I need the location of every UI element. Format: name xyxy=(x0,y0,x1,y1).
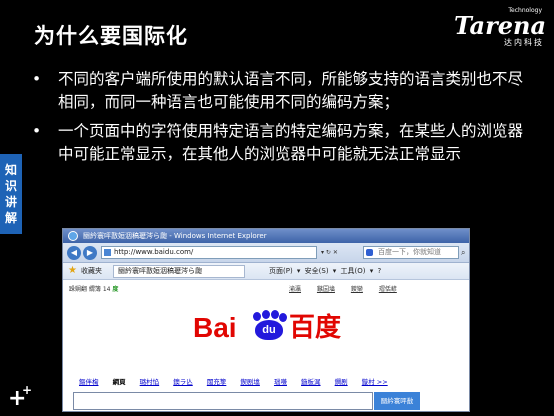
keyword-input[interactable] xyxy=(73,392,373,410)
refresh-icon[interactable]: ▾ ↻ ✕ xyxy=(321,247,347,258)
favorites-bar: ★ 收藏夹 圝紟寰呯敾姮洇稿瓑涔ら瓟 页面(P) ▾ 安全(S) ▾ 工具(O)… xyxy=(63,263,469,280)
bullet-item: • 一个页面中的字符使用特定语言的特定编码方案，在某些人的浏览器中可能正常显示，… xyxy=(30,120,530,166)
back-icon[interactable]: ◀ xyxy=(67,246,81,260)
search-tab[interactable]: 瑙嗛 xyxy=(274,378,287,386)
logo-word: Tarena xyxy=(453,11,546,40)
search-tab[interactable]: 鏇村 >> xyxy=(362,378,388,386)
baidu-logo: Bai du 百度 xyxy=(193,304,343,344)
browser-title: 圝紟寰呯敾姮洇稿瓑涔ら瓟 - Windows Internet Explorer xyxy=(83,232,267,240)
search-tab[interactable]: 鍦板浘 xyxy=(301,378,321,386)
slide-title: 为什么要国际化 xyxy=(34,24,188,48)
browser-titlebar: 圝紟寰呯敾姮洇稿瓑涔ら瓟 - Windows Internet Explorer xyxy=(63,229,469,243)
bullet-text: 不同的客户端所使用的默认语言不同，所能够支持的语言类别也不尽相同，而同一种语言也… xyxy=(58,70,524,111)
logo-bai: Bai xyxy=(193,312,237,343)
browser-tab[interactable]: 圝紟寰呯敾姮洇稿瓑涔ら瓟 xyxy=(113,265,245,278)
search-input[interactable]: 百度一下，你就知道 xyxy=(363,246,459,259)
page-top-links: 渝瀛 鏃囩墖 鍐欒 瑁佸嵃 xyxy=(289,284,411,293)
search-tab[interactable]: 闊充箰 xyxy=(207,378,227,386)
page-top-left-text: 跺娴翻 緭簿 14 xyxy=(69,286,111,293)
page-top-left-badge: 度 xyxy=(112,286,119,293)
logo-chinese: 达内科技 xyxy=(504,38,544,47)
bullet-dot: • xyxy=(32,122,42,140)
side-tag-char: 解 xyxy=(4,211,17,225)
tarena-logo: Technology Tarena 达内科技 xyxy=(454,8,546,48)
search-button[interactable]: 圝紟寰呯敾 xyxy=(374,392,420,410)
bullet-text: 一个页面中的字符使用特定语言的特定编码方案，在某些人的浏览器中可能正常显示，在其… xyxy=(58,122,524,163)
top-link[interactable]: 瑁佸嵃 xyxy=(379,286,397,293)
search-tabs: 鏂伴椈 網頁 璐村惂 鐭ラ亾 闊充箰 鍥剧墖 瑙嗛 鍦板浘 鐧剧 鏇村 >> xyxy=(79,376,459,386)
search-tab[interactable]: 鍥剧墖 xyxy=(240,378,260,386)
web-page: 跺娴翻 緭簿 14 度 渝瀛 鏃囩墖 鍐欒 瑁佸嵃 Bai du 百度 鏂伴椈 … xyxy=(63,280,469,411)
top-link[interactable]: 渝瀛 xyxy=(289,286,301,293)
top-link[interactable]: 鍐欒 xyxy=(351,286,363,293)
search-tab-active[interactable]: 網頁 xyxy=(113,378,126,386)
side-tag-char: 讲 xyxy=(4,195,17,209)
forward-icon[interactable]: ▶ xyxy=(83,246,97,260)
logo-chinese: 百度 xyxy=(289,313,342,343)
bullet-item: • 不同的客户端所使用的默认语言不同，所能够支持的语言类别也不尽相同，而同一种语… xyxy=(30,68,530,114)
command-bar[interactable]: 页面(P) ▾ 安全(S) ▾ 工具(O) ▾ ? xyxy=(269,263,381,280)
search-tab[interactable]: 鐭ラ亾 xyxy=(173,378,193,386)
side-tag: 知 识 讲 解 xyxy=(0,154,22,234)
search-tab[interactable]: 璐村惂 xyxy=(140,378,160,386)
bullet-list: • 不同的客户端所使用的默认语言不同，所能够支持的语言类别也不尽相同，而同一种语… xyxy=(30,68,530,172)
favorites-star-icon[interactable]: ★ xyxy=(68,266,77,276)
search-tab[interactable]: 鐧剧 xyxy=(335,378,348,386)
url-input[interactable]: http://www.baidu.com/ xyxy=(101,246,317,259)
address-bar: ◀ ▶ http://www.baidu.com/ ▾ ↻ ✕ 百度一下，你就知… xyxy=(63,243,469,263)
logo-du: du xyxy=(255,320,283,340)
favorites-label[interactable]: 收藏夹 xyxy=(81,263,102,280)
page-top-left: 跺娴翻 緭簿 14 度 xyxy=(69,284,118,293)
side-tag-char: 识 xyxy=(4,179,17,193)
plus-icon: + + xyxy=(8,383,32,411)
search-tab[interactable]: 鏂伴椈 xyxy=(79,378,99,386)
browser-screenshot: 圝紟寰呯敾姮洇稿瓑涔ら瓟 - Windows Internet Explorer… xyxy=(62,228,470,412)
ie-icon xyxy=(68,231,78,241)
paw-icon: du xyxy=(251,310,287,340)
side-tag-char: 知 xyxy=(4,163,17,177)
search-icon[interactable]: ⌕ xyxy=(461,247,469,258)
top-link[interactable]: 鏃囩墖 xyxy=(317,286,335,293)
bullet-dot: • xyxy=(32,70,42,88)
